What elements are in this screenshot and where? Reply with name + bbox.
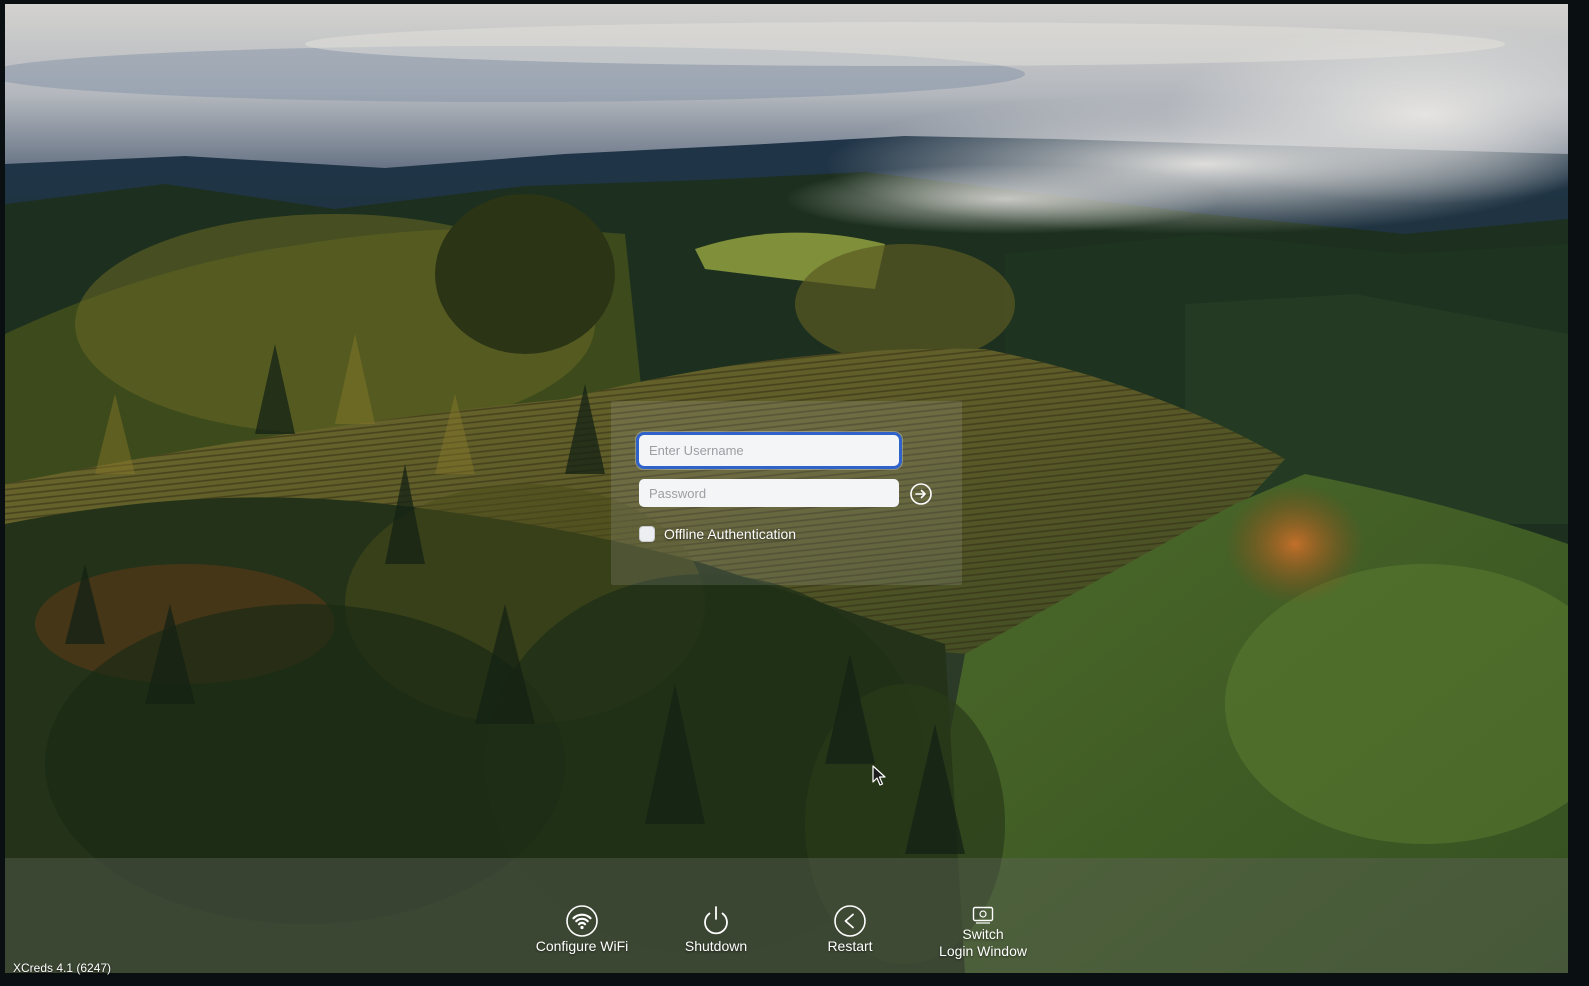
offline-authentication-label: Offline Authentication <box>664 526 797 542</box>
configure-wifi-button[interactable]: Configure WiFi <box>512 904 652 955</box>
bottom-action-bar: Configure WiFi Shutdown Restart Switch L… <box>5 858 1568 973</box>
configure-wifi-label: Configure WiFi <box>535 938 629 954</box>
shutdown-button[interactable]: Shutdown <box>646 904 786 955</box>
mouse-cursor-icon <box>872 765 886 786</box>
arrow-right-circle-icon <box>910 483 932 505</box>
restart-icon <box>834 905 866 937</box>
login-screen: Offline Authentication Configure WiFi Sh… <box>5 4 1568 973</box>
shutdown-label: Shutdown <box>684 938 748 954</box>
version-label: XCreds 4.1 (6247) <box>13 961 112 975</box>
offline-authentication-option[interactable]: Offline Authentication <box>639 526 796 542</box>
restart-label: Restart <box>827 938 873 954</box>
username-input[interactable] <box>639 435 899 466</box>
switch-login-window-label-line1: Switch <box>962 926 1004 942</box>
login-submit-button[interactable] <box>909 482 933 506</box>
restart-button[interactable]: Restart <box>780 904 920 955</box>
offline-authentication-checkbox[interactable] <box>639 526 655 542</box>
power-icon <box>704 906 728 935</box>
switch-window-icon <box>972 906 994 924</box>
login-panel: Offline Authentication <box>611 401 962 585</box>
switch-login-window-label-line2: Login Window <box>939 943 1027 959</box>
password-input[interactable] <box>639 479 899 507</box>
switch-login-window-button[interactable]: Switch Login Window <box>913 906 1053 960</box>
wifi-icon <box>566 905 598 937</box>
